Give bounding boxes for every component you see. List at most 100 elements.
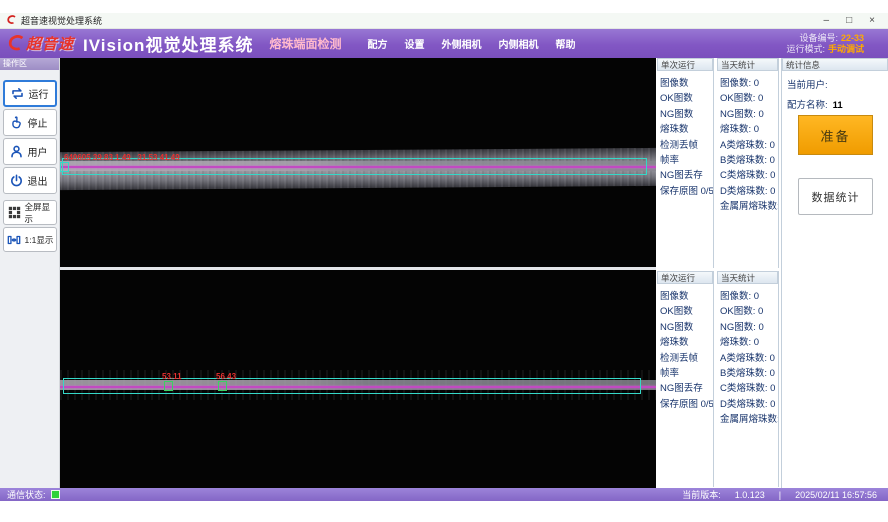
run-button[interactable]: 运行: [3, 80, 57, 107]
stat-row: OK图数: [660, 303, 713, 318]
stat-row: C类熔珠数: 0: [720, 167, 778, 182]
today-stats-header: 当天统计: [717, 271, 778, 284]
measurement-label: 53.11: [162, 372, 182, 381]
stat-row: NG图丢存: [660, 167, 713, 182]
one-to-one-button[interactable]: 1:1显示: [3, 227, 57, 252]
data-statistics-button[interactable]: 数据统计: [798, 178, 873, 215]
stat-row: A类熔珠数: 0: [720, 137, 778, 152]
camera-image-bottom[interactable]: 53.11 56.43: [60, 270, 656, 488]
datetime-value: 2025/02/11 16:57:56: [795, 490, 877, 500]
today-stats-bottom: 当天统计 图像数: 0OK图数: 0NG图数: 0熔珠数: 0A类熔珠数: 0B…: [717, 271, 779, 487]
defect-box: [218, 381, 227, 391]
one-to-one-icon: [7, 232, 22, 247]
fullscreen-button[interactable]: 全屏显示: [3, 200, 57, 225]
stat-row: NG图数: 0: [720, 319, 778, 334]
menu-item[interactable]: 外侧相机: [441, 36, 481, 51]
fullscreen-button-label: 全屏显示: [25, 201, 56, 225]
menu-item[interactable]: 设置: [404, 36, 424, 51]
status-bar-right: 当前版本: 1.0.123 | 2025/02/11 16:57:56: [682, 488, 881, 501]
run-mode-row: 运行模式:手动调试: [786, 44, 864, 55]
comm-status-indicator: [51, 490, 60, 499]
sidebar-header: 操作区: [0, 58, 59, 70]
defect-box: [164, 381, 173, 391]
window-controls: – □ ×: [824, 16, 881, 26]
brand-logo-text: 超音速: [26, 33, 74, 54]
version-value: 1.0.123: [735, 490, 765, 500]
stop-button[interactable]: 停止: [3, 109, 57, 136]
stop-button-label: 停止: [28, 115, 48, 130]
stat-row: 检测丢帧: [660, 137, 713, 152]
power-icon: [9, 173, 24, 188]
stat-row: 图像数: 0: [720, 288, 778, 303]
single-run-header: 单次运行: [657, 271, 713, 284]
single-run-rows: 图像数OK图数NG图数熔珠数检测丢帧帧率NG图丢存保存原图 0/500: [657, 284, 713, 411]
stat-row: NG图丢存: [660, 380, 713, 395]
window-title: 超音速视觉处理系统: [21, 14, 102, 27]
measurement-label: 56.43: [216, 372, 236, 381]
os-titlebar: 超音速视觉处理系统 – □ ×: [0, 13, 888, 29]
stat-row: C类熔珠数: 0: [720, 380, 778, 395]
stat-row: 熔珠数: 0: [720, 121, 778, 136]
device-info: 设备编号:22-33 运行模式:手动调试: [786, 33, 880, 55]
stat-row: 图像数: [660, 75, 713, 90]
stat-row: B类熔珠数: 0: [720, 365, 778, 380]
device-no-value: 22-33: [841, 33, 864, 43]
cycle-arrows-icon: [10, 86, 25, 101]
app-subtitle: 熔珠端面检测: [269, 35, 341, 52]
user-button[interactable]: 用户: [3, 138, 57, 165]
user-button-label: 用户: [28, 144, 48, 159]
single-run-stats-top: 单次运行 图像数OK图数NG图数熔珠数检测丢帧帧率NG图丢存保存原图 0/500: [657, 58, 714, 268]
version-label: 当前版本:: [682, 488, 721, 501]
stat-row: 图像数: [660, 288, 713, 303]
run-mode-label: 运行模式:: [786, 44, 825, 54]
single-run-stats-bottom: 单次运行 图像数OK图数NG图数熔珠数检测丢帧帧率NG图丢存保存原图 0/500: [657, 271, 714, 487]
stat-row: 帧率: [660, 365, 713, 380]
app-header: 超音速 IVision视觉处理系统 熔珠端面检测 配方设置外侧相机内侧相机帮助 …: [0, 29, 888, 58]
stat-row: 金属屑熔珠数: 0: [720, 198, 778, 213]
status-bar: 通信状态: 当前版本: 1.0.123 | 2025/02/11 16:57:5…: [0, 488, 888, 501]
menu-item[interactable]: 配方: [367, 36, 387, 51]
run-mode-value: 手动调试: [828, 44, 864, 54]
stat-row: D类熔珠数: 0: [720, 396, 778, 411]
close-button[interactable]: ×: [869, 16, 875, 26]
current-user-label: 当前用户:: [787, 80, 828, 91]
app-title: IVision视觉处理系统: [83, 31, 253, 56]
brand-swoosh-icon: [8, 35, 26, 52]
stat-row: 保存原图 0/500: [660, 396, 713, 411]
stat-row: 熔珠数: 0: [720, 334, 778, 349]
single-run-header: 单次运行: [657, 58, 713, 71]
status-separator: |: [779, 490, 781, 500]
operation-sidebar: 操作区 运行 停止: [0, 58, 60, 488]
info-panel-header: 统计信息: [782, 58, 888, 71]
maximize-button[interactable]: □: [846, 16, 852, 26]
stat-row: OK图数: [660, 90, 713, 105]
menu-item[interactable]: 帮助: [555, 36, 575, 51]
device-no-label: 设备编号:: [799, 33, 838, 43]
exit-button[interactable]: 退出: [3, 167, 57, 194]
detection-box-small: [60, 162, 69, 172]
stat-row: NG图数: [660, 106, 713, 121]
stat-row: D类熔珠数: 0: [720, 183, 778, 198]
prepare-button[interactable]: 准备: [798, 115, 873, 155]
camera-image-top[interactable]: 640605 39.83 1.49 31.53 41.49: [60, 58, 656, 267]
stat-row: OK图数: 0: [720, 303, 778, 318]
statistics-info-panel: 统计信息 当前用户: 配方名称:11 准备 数据统计: [781, 58, 888, 488]
stat-row: OK图数: 0: [720, 90, 778, 105]
menu-item[interactable]: 内侧相机: [498, 36, 538, 51]
grid-icon: [7, 205, 22, 220]
minimize-button[interactable]: –: [824, 16, 830, 26]
one-to-one-button-label: 1:1显示: [25, 234, 54, 246]
detection-box: [63, 378, 641, 394]
stat-row: B类熔珠数: 0: [720, 152, 778, 167]
today-stats-rows: 图像数: 0OK图数: 0NG图数: 0熔珠数: 0A类熔珠数: 0B类熔珠数:…: [717, 71, 778, 214]
device-no-row: 设备编号:22-33: [786, 33, 864, 44]
menu-bar: 配方 设置 外侧相机 内侧相机 帮助: [367, 36, 575, 51]
stat-row: 保存原图 0/500: [660, 183, 713, 198]
current-user-row: 当前用户:: [782, 77, 888, 91]
recipe-name-row: 配方名称:11: [782, 97, 888, 111]
stat-row: 检测丢帧: [660, 350, 713, 365]
camera-viewport: 640605 39.83 1.49 31.53 41.49 53.11 56.4…: [60, 58, 656, 488]
stat-row: A类熔珠数: 0: [720, 350, 778, 365]
recipe-name-value: 11: [833, 100, 843, 111]
today-stats-rows: 图像数: 0OK图数: 0NG图数: 0熔珠数: 0A类熔珠数: 0B类熔珠数:…: [717, 284, 778, 427]
